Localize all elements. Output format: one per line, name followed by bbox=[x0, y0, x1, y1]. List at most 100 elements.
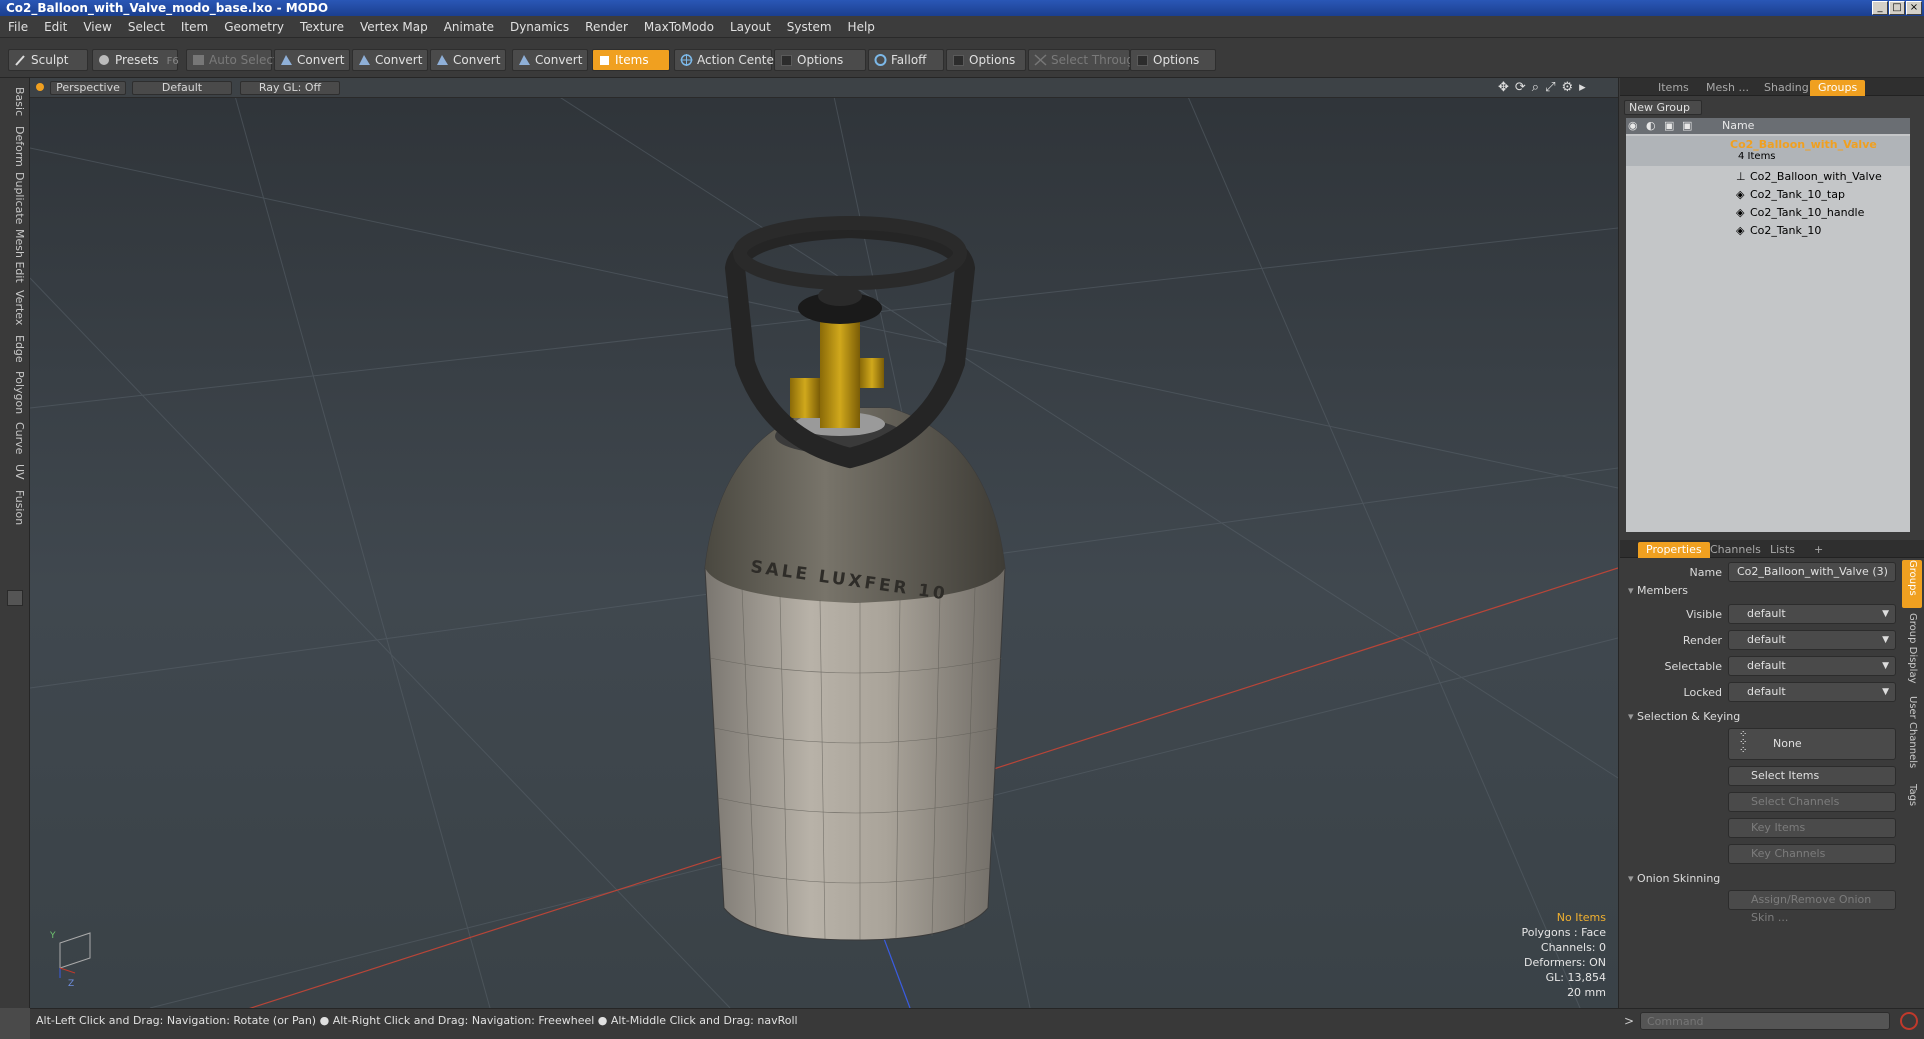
render-dropdown[interactable]: default ▼ bbox=[1728, 630, 1896, 650]
locked-dropdown[interactable]: default ▼ bbox=[1728, 682, 1896, 702]
command-prompt: > bbox=[1624, 1014, 1635, 1028]
tab-items[interactable]: Items bbox=[1650, 80, 1697, 96]
menu-edit[interactable]: Edit bbox=[36, 16, 75, 38]
menu-maxtomodo[interactable]: MaxToModo bbox=[636, 16, 722, 38]
menu-select[interactable]: Select bbox=[120, 16, 173, 38]
viewport-menu-icon[interactable] bbox=[36, 83, 44, 91]
selectable-dropdown[interactable]: default ▼ bbox=[1728, 656, 1896, 676]
convert-edges-button[interactable]: Convert bbox=[352, 49, 428, 71]
tab-channels[interactable]: Channels bbox=[1702, 542, 1769, 558]
auto-select-label: Auto Select bbox=[209, 53, 278, 67]
maximize-button[interactable]: □ bbox=[1889, 1, 1905, 15]
side-tab-group-display[interactable]: Group Display bbox=[1902, 613, 1922, 693]
mesh-icon: ◈ bbox=[1736, 224, 1745, 237]
viewport-nav-icons[interactable]: ✥⟳⌕⤢⚙▸ bbox=[1498, 80, 1598, 96]
onion-skinning-section[interactable]: Onion Skinning bbox=[1628, 872, 1720, 885]
side-tab-groups[interactable]: Groups bbox=[1902, 560, 1922, 610]
tab-shading[interactable]: Shading bbox=[1756, 80, 1817, 96]
menu-geometry[interactable]: Geometry bbox=[216, 16, 292, 38]
new-group-button[interactable]: New Group bbox=[1624, 100, 1702, 115]
falloff-label: Falloff bbox=[891, 53, 927, 67]
tab-properties[interactable]: Properties bbox=[1638, 542, 1710, 558]
tab-curve[interactable]: Curve bbox=[4, 420, 26, 456]
tab-duplicate[interactable]: Duplicate bbox=[4, 172, 26, 224]
menu-animate[interactable]: Animate bbox=[436, 16, 502, 38]
3d-viewport[interactable]: SALE LUXFER 10 Y Z bbox=[30, 78, 1618, 1008]
key-channels-button[interactable]: Key Channels bbox=[1728, 844, 1896, 864]
assign-onion-skin-button[interactable]: Assign/Remove Onion Skin ... bbox=[1728, 890, 1896, 924]
list-item[interactable]: ⊥ Co2_Balloon_with_Valve bbox=[1626, 168, 1910, 186]
tab-basic[interactable]: Basic bbox=[4, 84, 26, 120]
convert-label: Convert bbox=[297, 53, 345, 67]
shading-style-dropdown[interactable]: Default bbox=[132, 81, 232, 95]
properties-tabs: Properties Channels Lists + bbox=[1620, 540, 1924, 558]
co2-tank-model[interactable]: SALE LUXFER 10 bbox=[704, 216, 1006, 941]
tab-vertex[interactable]: Vertex bbox=[4, 288, 26, 328]
command-input[interactable] bbox=[1640, 1012, 1890, 1030]
raygl-toggle[interactable]: Ray GL: Off bbox=[240, 81, 340, 95]
key-items-button[interactable]: Key Items bbox=[1728, 818, 1896, 838]
locked-value: default bbox=[1747, 685, 1786, 698]
close-button[interactable]: × bbox=[1906, 1, 1922, 15]
select-items-button[interactable]: Select Items bbox=[1728, 766, 1896, 786]
menu-texture[interactable]: Texture bbox=[292, 16, 352, 38]
visible-dropdown[interactable]: default ▼ bbox=[1728, 604, 1896, 624]
convert-items-button[interactable]: Convert bbox=[512, 49, 588, 71]
presets-button[interactable]: Presets F6 bbox=[92, 49, 179, 71]
falloff-options-button[interactable]: Options bbox=[946, 49, 1026, 71]
name-field[interactable]: Co2_Balloon_with_Valve (3) bbox=[1728, 562, 1896, 582]
action-center-button[interactable]: Action Center bbox=[674, 49, 779, 71]
falloff-button[interactable]: Falloff bbox=[868, 49, 944, 71]
list-item[interactable]: ◈ Co2_Tank_10_tap bbox=[1626, 186, 1910, 204]
tab-mesh[interactable]: Mesh ... bbox=[1698, 80, 1757, 96]
select-through-options-button[interactable]: Options bbox=[1130, 49, 1216, 71]
menu-render[interactable]: Render bbox=[577, 16, 636, 38]
side-tab-tags[interactable]: Tags bbox=[1902, 784, 1922, 814]
side-tab-user-channels[interactable]: User Channels bbox=[1902, 696, 1922, 780]
minimize-button[interactable]: _ bbox=[1872, 1, 1888, 15]
menu-help[interactable]: Help bbox=[840, 16, 883, 38]
record-icon[interactable] bbox=[1900, 1012, 1918, 1030]
falloff-options-checkbox[interactable] bbox=[953, 55, 964, 66]
items-mode-button[interactable]: Items bbox=[592, 49, 670, 71]
menu-file[interactable]: File bbox=[0, 16, 36, 38]
keying-none-button[interactable]: ⁘ ⁘ ⁘ None bbox=[1728, 728, 1896, 760]
menu-layout[interactable]: Layout bbox=[722, 16, 779, 38]
name-column-header[interactable]: Name bbox=[1722, 119, 1754, 132]
select-through-icon bbox=[1034, 54, 1047, 66]
select-through-button[interactable]: Select Through bbox=[1028, 49, 1142, 71]
tabs-toggle-button[interactable] bbox=[7, 590, 23, 606]
tab-edge[interactable]: Edge bbox=[4, 332, 26, 366]
list-item-label: Co2_Tank_10 bbox=[1750, 224, 1822, 237]
vertex-convert-icon bbox=[281, 55, 292, 65]
menu-item[interactable]: Item bbox=[173, 16, 216, 38]
menu-dynamics[interactable]: Dynamics bbox=[502, 16, 577, 38]
list-item[interactable]: ◈ Co2_Tank_10 bbox=[1626, 222, 1910, 240]
convert-polygons-button[interactable]: Convert bbox=[430, 49, 506, 71]
select-through-options-checkbox[interactable] bbox=[1137, 55, 1148, 66]
members-section[interactable]: Members bbox=[1628, 584, 1688, 597]
info-deformers: Deformers: ON bbox=[1524, 956, 1606, 969]
view-type-dropdown[interactable]: Perspective bbox=[50, 81, 126, 95]
tab-deform[interactable]: Deform bbox=[4, 124, 26, 168]
sculpt-button[interactable]: Sculpt bbox=[8, 49, 88, 71]
tab-groups[interactable]: Groups bbox=[1810, 80, 1866, 96]
select-channels-button[interactable]: Select Channels bbox=[1728, 792, 1896, 812]
tab-fusion[interactable]: Fusion bbox=[4, 488, 26, 528]
tab-polygon[interactable]: Polygon bbox=[4, 370, 26, 416]
menu-system[interactable]: System bbox=[779, 16, 840, 38]
menu-vertex-map[interactable]: Vertex Map bbox=[352, 16, 436, 38]
tab-lists[interactable]: Lists bbox=[1762, 542, 1803, 558]
auto-select-button[interactable]: Auto Select bbox=[186, 49, 278, 71]
options-checkbox[interactable] bbox=[781, 55, 792, 66]
menu-view[interactable]: View bbox=[75, 16, 119, 38]
add-tab-button[interactable]: + bbox=[1806, 542, 1831, 558]
tab-mesh-edit[interactable]: Mesh Edit bbox=[4, 228, 26, 284]
list-item[interactable]: ◈ Co2_Tank_10_handle bbox=[1626, 204, 1910, 222]
tab-uv[interactable]: UV bbox=[4, 460, 26, 484]
group-row[interactable]: Co2_Balloon_with_Valve 4 Items bbox=[1626, 136, 1910, 166]
action-center-options-button[interactable]: Options bbox=[774, 49, 866, 71]
convert-vertices-button[interactable]: Convert bbox=[274, 49, 350, 71]
selection-keying-section[interactable]: Selection & Keying bbox=[1628, 710, 1740, 723]
lock-icon: ▣ bbox=[1664, 119, 1675, 132]
